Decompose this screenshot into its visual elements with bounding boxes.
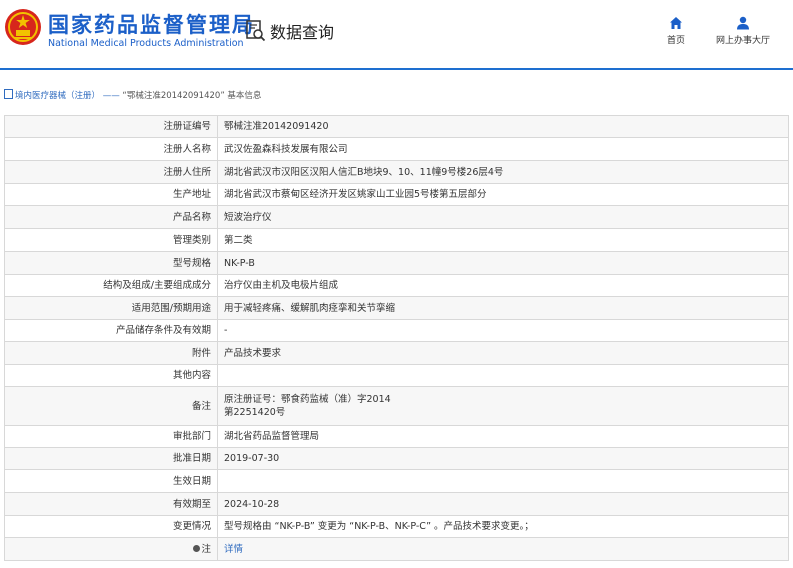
- table-row: 型号规格 NK-P-B: [4, 251, 789, 275]
- row-label: 型号规格: [4, 251, 218, 275]
- table-row: 产品储存条件及有效期 -: [4, 319, 789, 342]
- row-value: 产品技术要求: [217, 341, 789, 365]
- table-row: 附件 产品技术要求: [4, 341, 789, 365]
- table-row: 有效期至 2024-10-28: [4, 492, 789, 516]
- row-value: 原注册证号：鄂食药监械（准）字2014 第2251420号: [217, 386, 789, 426]
- remark-line-2: 第2251420号: [224, 407, 286, 418]
- row-value: 鄂械注准20142091420: [217, 115, 789, 138]
- nav-home-label[interactable]: 首页: [660, 33, 692, 46]
- table-row: 结构及组成/主要组成成分 治疗仪由主机及电极片组成: [4, 274, 789, 297]
- row-label: 结构及组成/主要组成成分: [4, 274, 218, 297]
- site-title-en[interactable]: National Medical Products Administration: [48, 38, 244, 49]
- table-row: 生效日期: [4, 469, 789, 493]
- table-row: 产品名称 短波治疗仪: [4, 205, 789, 229]
- row-value: -: [217, 319, 789, 342]
- row-label: 注: [4, 537, 218, 561]
- home-icon: [670, 17, 682, 29]
- note-label: 注: [201, 543, 211, 555]
- nav-home[interactable]: 首页: [660, 16, 692, 46]
- table-row: 注册人名称 武汉佐盈森科技发展有限公司: [4, 137, 789, 161]
- row-label: 产品储存条件及有效期: [4, 319, 218, 342]
- row-value: [217, 364, 789, 387]
- row-value: 治疗仪由主机及电极片组成: [217, 274, 789, 297]
- detail-link[interactable]: 详情: [224, 544, 243, 555]
- row-value: 用于减轻疼痛、缓解肌肉痉挛和关节挛缩: [217, 296, 789, 320]
- row-label: 适用范围/预期用途: [4, 296, 218, 320]
- table-row: 生产地址 湖北省武汉市蔡甸区经济开发区姚家山工业园5号楼第五层部分: [4, 183, 789, 206]
- row-value: NK-P-B: [217, 251, 789, 275]
- table-row: 注册人住所 湖北省武汉市汉阳区汉阳人信汇B地块9、10、11幢9号楼26层4号: [4, 160, 789, 184]
- row-label: 备注: [4, 386, 218, 426]
- table-row: 审批部门 湖北省药品监督管理局: [4, 425, 789, 448]
- breadcrumb: 境内医疗器械（注册） —— “鄂械注准20142091420” 基本信息: [4, 89, 261, 101]
- user-icon: [737, 16, 749, 30]
- row-value: 详情: [217, 537, 789, 561]
- section-title: 数据查询: [270, 23, 335, 42]
- table-row: 适用范围/预期用途 用于减轻疼痛、缓解肌肉痉挛和关节挛缩: [4, 296, 789, 320]
- data-query-icon: [246, 20, 266, 42]
- row-label: 产品名称: [4, 205, 218, 229]
- row-label: 生产地址: [4, 183, 218, 206]
- table-row: 备注 原注册证号：鄂食药监械（准）字2014 第2251420号: [4, 386, 789, 426]
- row-label: 有效期至: [4, 492, 218, 516]
- registration-info-table: 注册证编号 鄂械注准20142091420 注册人名称 武汉佐盈森科技发展有限公…: [4, 115, 789, 561]
- table-row: 批准日期 2019-07-30: [4, 447, 789, 470]
- site-header: 国家药品监督管理局 National Medical Products Admi…: [0, 0, 793, 70]
- row-value: 湖北省药品监督管理局: [217, 425, 789, 448]
- row-value: 短波治疗仪: [217, 205, 789, 229]
- nav-online-hall-label[interactable]: 网上办事大厅: [708, 33, 778, 46]
- table-row: 变更情况 型号规格由 “NK-P-B” 变更为 “NK-P-B、NK-P-C” …: [4, 515, 789, 538]
- breadcrumb-category[interactable]: 境内医疗器械（注册）: [15, 91, 100, 101]
- row-label: 注册人住所: [4, 160, 218, 184]
- national-emblem-icon: [5, 9, 41, 45]
- row-value: [217, 469, 789, 493]
- table-row: 注 详情: [4, 537, 789, 561]
- row-label: 变更情况: [4, 515, 218, 538]
- row-label: 注册人名称: [4, 137, 218, 161]
- row-label: 注册证编号: [4, 115, 218, 138]
- table-row: 管理类别 第二类: [4, 228, 789, 252]
- row-value: 2019-07-30: [217, 447, 789, 470]
- row-value: 第二类: [217, 228, 789, 252]
- site-title[interactable]: 国家药品监督管理局: [48, 9, 255, 39]
- row-label: 其他内容: [4, 364, 218, 387]
- document-icon: [4, 89, 13, 99]
- table-row: 注册证编号 鄂械注准20142091420: [4, 115, 789, 138]
- pin-icon: [193, 544, 201, 552]
- row-value: 湖北省武汉市蔡甸区经济开发区姚家山工业园5号楼第五层部分: [217, 183, 789, 206]
- row-value: 2024-10-28: [217, 492, 789, 516]
- row-value: 湖北省武汉市汉阳区汉阳人信汇B地块9、10、11幢9号楼26层4号: [217, 160, 789, 184]
- row-value: 型号规格由 “NK-P-B” 变更为 “NK-P-B、NK-P-C” 。产品技术…: [217, 515, 789, 538]
- remark-line-1: 原注册证号：鄂食药监械（准）字2014: [224, 394, 391, 405]
- row-label: 批准日期: [4, 447, 218, 470]
- row-label: 审批部门: [4, 425, 218, 448]
- row-label: 管理类别: [4, 228, 218, 252]
- breadcrumb-current: “鄂械注准20142091420” 基本信息: [122, 91, 262, 101]
- row-value: 武汉佐盈森科技发展有限公司: [217, 137, 789, 161]
- row-label: 生效日期: [4, 469, 218, 493]
- row-label: 附件: [4, 341, 218, 365]
- breadcrumb-separator: ——: [102, 91, 120, 101]
- nav-online-hall[interactable]: 网上办事大厅: [708, 16, 778, 46]
- table-row: 其他内容: [4, 364, 789, 387]
